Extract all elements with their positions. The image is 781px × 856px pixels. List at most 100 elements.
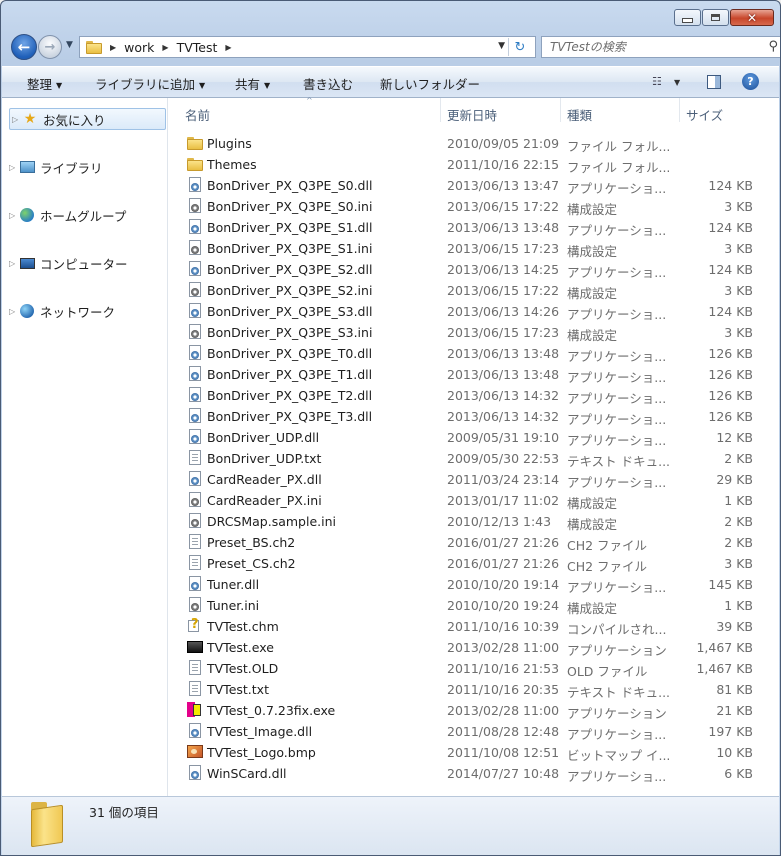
burn-button[interactable]: 書き込む (303, 74, 353, 93)
minimize-button[interactable] (674, 9, 701, 26)
breadcrumb-separator-icon[interactable]: ▶ (225, 43, 231, 52)
add-to-library-button[interactable]: ライブラリに追加 ▼ (95, 74, 205, 93)
table-row[interactable]: TVTest.txt 2011/10/16 20:35 テキスト ドキュ... 81 … (168, 679, 779, 700)
sidebar-item-library[interactable]: ▷ ライブラリ (9, 156, 103, 178)
expand-icon[interactable]: ▷ (9, 307, 19, 316)
table-row[interactable]: Preset_CS.ch2 2016/01/27 21:26 CH2 ファイル 3 K… (168, 553, 779, 574)
expand-icon[interactable]: ▷ (12, 115, 22, 124)
table-row[interactable]: BonDriver_PX_Q3PE_S1.dll 2013/06/13 13:48… (168, 217, 779, 238)
new-folder-button[interactable]: 新しいフォルダー (380, 74, 480, 93)
expand-icon[interactable]: ▷ (9, 163, 19, 172)
config-file-icon (187, 513, 203, 529)
column-date[interactable]: 更新日時 (447, 105, 497, 124)
view-options-button[interactable]: ☷ ▼ (652, 74, 680, 89)
table-row[interactable]: CardReader_PX.dll 2011/03/24 23:14 アプリケーショ… (168, 469, 779, 490)
forward-button[interactable]: → (38, 35, 62, 59)
file-type: アプリケーショ... (567, 580, 667, 595)
file-date: 2013/06/13 14:26 (447, 304, 560, 319)
table-row[interactable]: ? TVTest.chm 2011/10/16 10:39 コンパイルされ... 39 … (168, 616, 779, 637)
sidebar-item-favorites[interactable]: ▷ ★ お気に入り (9, 108, 166, 130)
sidebar-item-computer[interactable]: ▷ コンピューター (9, 252, 128, 274)
config-file-icon (187, 198, 203, 214)
search-icon[interactable]: ⚲ (768, 39, 778, 54)
history-dropdown-icon[interactable]: ▼ (66, 40, 73, 50)
address-bar[interactable]: ▶ work ▶ TVTest ▶ ▼ ↻ (79, 36, 536, 58)
column-divider[interactable] (560, 98, 561, 122)
table-row[interactable]: TVTest.OLD 2011/10/16 21:53 OLD ファイル 1,467 … (168, 658, 779, 679)
table-row[interactable]: BonDriver_PX_Q3PE_S0.ini 2013/06/15 17:22… (168, 196, 779, 217)
expand-icon[interactable]: ▷ (9, 211, 19, 220)
preview-pane-button[interactable] (707, 73, 721, 92)
expand-icon[interactable]: ▷ (9, 259, 19, 268)
table-row[interactable]: BonDriver_PX_Q3PE_S2.ini 2013/06/15 17:22… (168, 280, 779, 301)
item-count: 31 個の項目 (89, 805, 159, 820)
search-box[interactable]: ⚲ (541, 36, 780, 58)
dll-file-icon (187, 408, 203, 424)
sidebar-item-label: ホームグループ (40, 208, 127, 224)
caption-buttons: ✕ (674, 9, 774, 26)
file-name: BonDriver_PX_Q3PE_S1.ini (207, 241, 373, 256)
column-divider[interactable] (679, 98, 680, 122)
file-name: BonDriver_UDP.dll (207, 430, 320, 445)
column-divider[interactable] (440, 98, 441, 122)
table-row[interactable]: Tuner.ini 2010/10/20 19:24 構成設定 1 KB (168, 595, 779, 616)
maximize-button[interactable] (702, 9, 729, 26)
table-row[interactable]: Preset_BS.ch2 2016/01/27 21:26 CH2 ファイル 2 K… (168, 532, 779, 553)
preview-pane-icon (707, 75, 721, 89)
file-type: アプリケーショ... (567, 307, 667, 322)
column-size[interactable]: サイズ (686, 105, 723, 124)
breadcrumb-work[interactable]: work (124, 40, 154, 55)
dll-file-icon (187, 723, 203, 739)
file-name: BonDriver_PX_Q3PE_T0.dll (207, 346, 373, 361)
file-name: BonDriver_PX_Q3PE_T3.dll (207, 409, 373, 424)
share-button[interactable]: 共有 ▼ (235, 74, 270, 93)
sidebar-item-network[interactable]: ▷ ネットワーク (9, 300, 115, 322)
address-dropdown-icon[interactable]: ▼ (498, 41, 505, 51)
table-row[interactable]: Plugins 2010/09/05 21:09 ファイル フォル... (168, 133, 779, 154)
file-date: 2010/10/20 19:24 (447, 598, 560, 613)
table-row[interactable]: DRCSMap.sample.ini 2010/12/13 1:43 構成設定 2 K… (168, 511, 779, 532)
table-row[interactable]: Tuner.dll 2010/10/20 19:14 アプリケーショ... 145 K… (168, 574, 779, 595)
table-row[interactable]: BonDriver_PX_Q3PE_T2.dll 2013/06/13 14:32… (168, 385, 779, 406)
back-button[interactable]: ← (11, 34, 37, 60)
table-row[interactable]: TVTest.exe 2013/02/28 11:00 アプリケーション 1,467 … (168, 637, 779, 658)
navigation-bar: ← → ▼ ▶ work ▶ TVTest ▶ ▼ ↻ ⚲ (11, 34, 780, 60)
file-name: Themes (207, 157, 257, 172)
table-row[interactable]: WinSCard.dll 2014/07/27 10:48 アプリケーショ... 6 … (168, 763, 779, 784)
table-row[interactable]: BonDriver_PX_Q3PE_S0.dll 2013/06/13 13:47… (168, 175, 779, 196)
file-type: ファイル フォル... (567, 139, 671, 154)
file-name: WinSCard.dll (207, 766, 287, 781)
column-name[interactable]: 名前 (185, 105, 210, 124)
breadcrumb-separator-icon[interactable]: ▶ (162, 43, 168, 52)
table-row[interactable]: TVTest_Logo.bmp 2011/10/08 12:51 ビットマップ イ.… (168, 742, 779, 763)
table-row[interactable]: BonDriver_PX_Q3PE_T1.dll 2013/06/13 13:48… (168, 364, 779, 385)
refresh-icon[interactable]: ↻ (508, 38, 531, 56)
bitmap-file-icon (187, 744, 203, 760)
table-row[interactable]: Themes 2011/10/16 22:15 ファイル フォル... (168, 154, 779, 175)
table-row[interactable]: BonDriver_UDP.txt 2009/05/30 22:53 テキスト ドキ… (168, 448, 779, 469)
column-type[interactable]: 種類 (567, 105, 592, 124)
search-input[interactable] (550, 38, 750, 56)
table-row[interactable]: BonDriver_PX_Q3PE_S2.dll 2013/06/13 14:25… (168, 259, 779, 280)
dll-file-icon (187, 471, 203, 487)
table-row[interactable]: BonDriver_PX_Q3PE_S3.ini 2013/06/15 17:23… (168, 322, 779, 343)
installer-file-icon (187, 702, 203, 718)
table-row[interactable]: TVTest_0.7.23fix.exe 2013/02/28 11:00 アプリケ… (168, 700, 779, 721)
file-name: DRCSMap.sample.ini (207, 514, 336, 529)
help-button[interactable]: ? (742, 73, 759, 90)
dropdown-arrow-icon: ▼ (199, 81, 206, 90)
file-date: 2013/06/15 17:23 (447, 325, 560, 340)
table-row[interactable]: TVTest_Image.dll 2011/08/28 12:48 アプリケーショ.… (168, 721, 779, 742)
table-row[interactable]: CardReader_PX.ini 2013/01/17 11:02 構成設定 1 K… (168, 490, 779, 511)
table-row[interactable]: BonDriver_PX_Q3PE_S1.ini 2013/06/15 17:23… (168, 238, 779, 259)
breadcrumb-tvtest[interactable]: TVTest (177, 40, 218, 55)
organize-button[interactable]: 整理 ▼ (27, 74, 62, 93)
table-row[interactable]: BonDriver_PX_Q3PE_T0.dll 2013/06/13 13:48… (168, 343, 779, 364)
close-button[interactable]: ✕ (730, 9, 774, 26)
breadcrumb-separator-icon[interactable]: ▶ (110, 43, 116, 52)
file-size: 12 KB (716, 430, 753, 445)
table-row[interactable]: BonDriver_PX_Q3PE_S3.dll 2013/06/13 14:26… (168, 301, 779, 322)
sidebar-item-homegroup[interactable]: ▷ ホームグループ (9, 204, 126, 226)
table-row[interactable]: BonDriver_UDP.dll 2009/05/31 19:10 アプリケーショ… (168, 427, 779, 448)
table-row[interactable]: BonDriver_PX_Q3PE_T3.dll 2013/06/13 14:32… (168, 406, 779, 427)
